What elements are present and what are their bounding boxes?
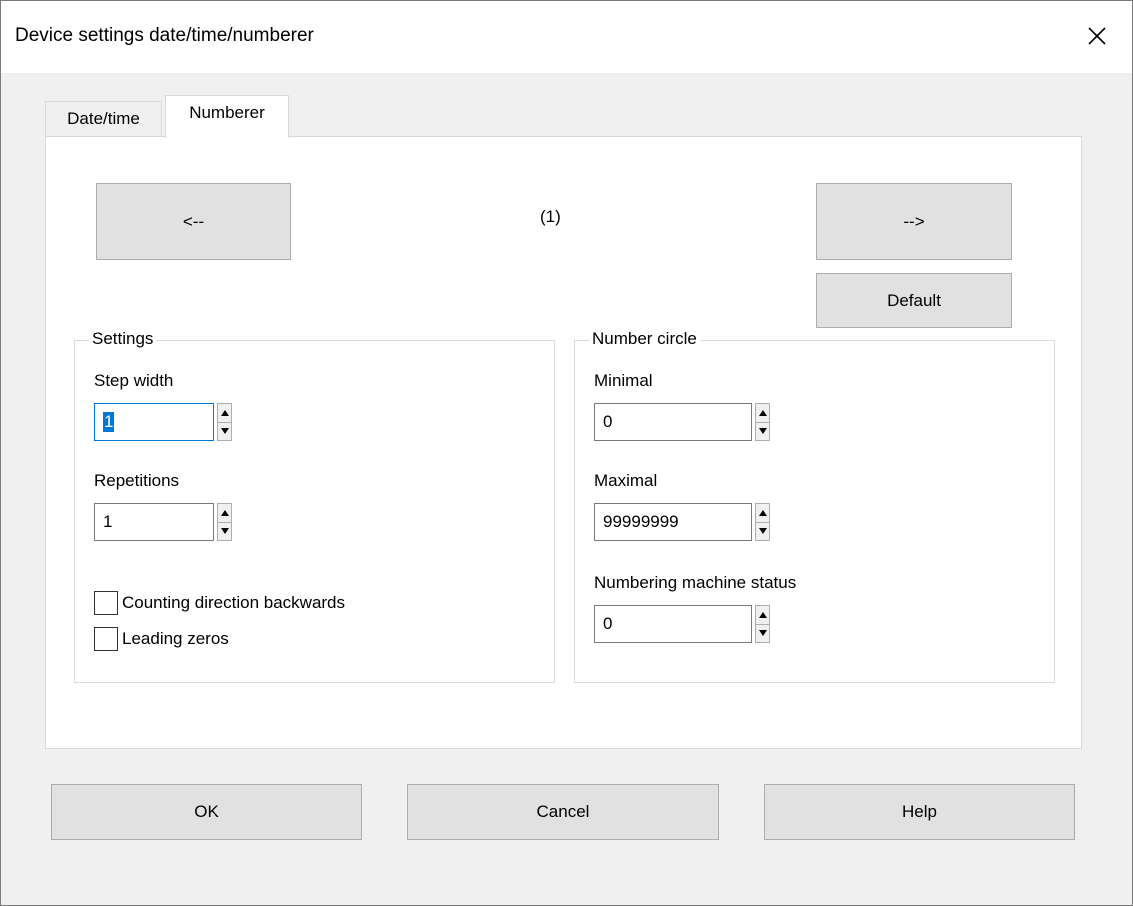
page-indicator: (1) (540, 207, 561, 226)
next-button[interactable]: --> (816, 183, 1012, 260)
tab-numberer-label: Numberer (189, 103, 265, 122)
maximal-spinner[interactable] (755, 503, 770, 541)
arrow-up-icon (758, 611, 767, 618)
window-title: Device settings date/time/numberer (15, 25, 314, 46)
leading-zeros-label: Leading zeros (122, 629, 229, 648)
arrow-up-icon (758, 509, 767, 516)
default-button-label: Default (887, 290, 941, 310)
machine-status-down-button[interactable] (755, 624, 770, 643)
dialog-window: Device settings date/time/numberer Date/… (0, 0, 1133, 906)
maximal-input[interactable]: 99999999 (594, 503, 752, 541)
counting-backwards-checkbox[interactable]: Counting direction backwards (94, 591, 345, 615)
step-width-up-button[interactable] (217, 403, 232, 423)
help-button-label: Help (902, 802, 937, 821)
number-circle-group: Number circle Minimal 0 Maximal 99999999… (574, 329, 1055, 683)
cancel-button[interactable]: Cancel (407, 784, 719, 840)
repetitions-down-button[interactable] (217, 522, 232, 541)
maximal-value: 99999999 (603, 512, 679, 531)
previous-button-label: <-- (182, 211, 205, 231)
repetitions-label: Repetitions (94, 471, 180, 490)
settings-group: Settings Step width 1 Repetitions 1 Coun… (74, 329, 555, 683)
close-icon (1088, 27, 1106, 45)
machine-status-label: Numbering machine status (594, 573, 797, 592)
number-circle-group-title: Number circle (589, 329, 700, 349)
previous-button[interactable]: <-- (96, 183, 291, 260)
minimal-value: 0 (603, 412, 613, 431)
counting-backwards-label: Counting direction backwards (122, 593, 346, 612)
title-bar: Device settings date/time/numberer (1, 1, 1132, 73)
counting-backwards-checkbox-box[interactable] (94, 591, 118, 615)
leading-zeros-checkbox-box[interactable] (94, 627, 118, 651)
settings-group-title: Settings (89, 329, 157, 349)
arrow-down-icon (220, 428, 229, 435)
repetitions-spinner[interactable] (217, 503, 232, 541)
step-width-value: 1 (103, 412, 115, 432)
minimal-input[interactable]: 0 (594, 403, 752, 441)
machine-status-up-button[interactable] (755, 605, 770, 625)
repetitions-up-button[interactable] (217, 503, 232, 523)
default-button[interactable]: Default (816, 273, 1012, 328)
help-button[interactable]: Help (764, 784, 1075, 840)
minimal-label: Minimal (594, 371, 653, 390)
close-button[interactable] (1062, 1, 1132, 71)
step-width-down-button[interactable] (217, 422, 232, 441)
ok-button-label: OK (194, 802, 219, 821)
minimal-down-button[interactable] (755, 422, 770, 441)
maximal-down-button[interactable] (755, 522, 770, 541)
arrow-up-icon (758, 409, 767, 416)
tab-date-time[interactable]: Date/time (45, 101, 162, 136)
arrow-down-icon (758, 428, 767, 435)
numberer-tab-panel: <-- (1) --> Default Settings Step width … (45, 136, 1082, 749)
machine-status-value: 0 (603, 614, 613, 633)
leading-zeros-checkbox[interactable]: Leading zeros (94, 627, 229, 651)
arrow-up-icon (220, 509, 229, 516)
step-width-label: Step width (94, 371, 174, 390)
cancel-button-label: Cancel (536, 802, 590, 821)
maximal-label: Maximal (594, 471, 658, 490)
minimal-spinner[interactable] (755, 403, 770, 441)
machine-status-input[interactable]: 0 (594, 605, 752, 643)
step-width-input[interactable]: 1 (94, 403, 214, 441)
tab-numberer[interactable]: Numberer (165, 95, 289, 138)
machine-status-spinner[interactable] (755, 605, 770, 643)
step-width-spinner[interactable] (217, 403, 232, 441)
tab-date-time-label: Date/time (67, 109, 140, 128)
next-button-label: --> (903, 211, 925, 231)
repetitions-input[interactable]: 1 (94, 503, 214, 541)
repetitions-value: 1 (103, 512, 113, 531)
ok-button[interactable]: OK (51, 784, 362, 840)
maximal-up-button[interactable] (755, 503, 770, 523)
arrow-down-icon (758, 630, 767, 637)
minimal-up-button[interactable] (755, 403, 770, 423)
arrow-down-icon (758, 528, 767, 535)
arrow-down-icon (220, 528, 229, 535)
arrow-up-icon (220, 409, 229, 416)
